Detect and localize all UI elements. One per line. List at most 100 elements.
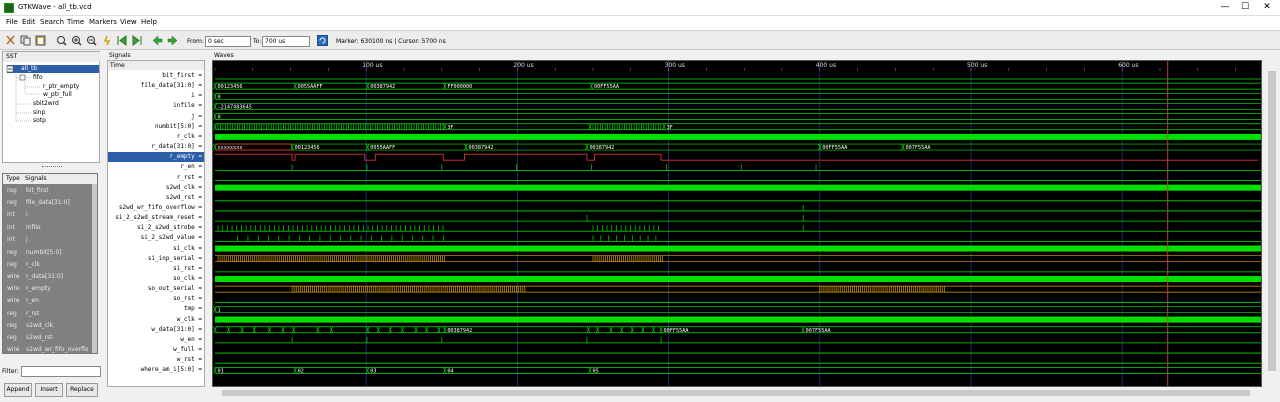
bus-value-label: 04 bbox=[447, 368, 453, 374]
waves-vertical-scrollbar[interactable] bbox=[1266, 51, 1278, 387]
menu-time[interactable]: Time bbox=[67, 18, 84, 26]
undo-zoom-icon[interactable] bbox=[102, 35, 113, 46]
copy-icon[interactable] bbox=[20, 35, 31, 46]
signal-name-row[interactable]: w_rst = bbox=[108, 355, 204, 365]
bus-value-label: 00FF55AA bbox=[594, 84, 620, 90]
signal-name-row[interactable]: r_en = bbox=[108, 162, 204, 172]
signal-list-item[interactable]: wire r_en bbox=[3, 295, 93, 307]
menu-search[interactable]: Search bbox=[40, 18, 64, 26]
signal-name-row[interactable]: r_rst = bbox=[108, 173, 204, 183]
signal-name-row[interactable]: si_2_s2wd_stream_reset = bbox=[108, 213, 204, 223]
right-arrow-icon[interactable] bbox=[167, 35, 178, 46]
tree-item-w-ptr-full[interactable]: w_ptr_full bbox=[43, 91, 72, 99]
maximize-button[interactable]: ☐ bbox=[1238, 1, 1252, 14]
zoom-to-start-icon[interactable] bbox=[117, 35, 128, 46]
signal-name-row[interactable]: bit_first = bbox=[108, 71, 204, 81]
signal-list-item[interactable]: reg s2wd_rst bbox=[3, 332, 93, 344]
zoom-out-icon[interactable] bbox=[86, 35, 97, 46]
signal-list-item[interactable]: reg file_data[31:0] bbox=[3, 197, 93, 209]
signal-name-row[interactable]: so_out_serial = bbox=[108, 284, 204, 294]
horizontal-scroll-thumb[interactable] bbox=[222, 390, 1250, 396]
waves-horizontal-scrollbar[interactable] bbox=[212, 388, 1262, 398]
signal-list-item[interactable]: reg r_rst bbox=[3, 308, 93, 320]
type-cell: int bbox=[7, 236, 15, 243]
signal-list-item[interactable]: wire s2wd_wr_fifo_overflo bbox=[3, 344, 93, 353]
waveform-canvas[interactable]: 100 us 200 us 300 us 400 us 500 us 600 us 0012… bbox=[213, 61, 1262, 387]
signal-list-item[interactable]: reg numbit[5:0] bbox=[3, 247, 93, 259]
bus-value-label: 1 bbox=[218, 307, 221, 313]
signal-name-row[interactable]: r_empty = bbox=[108, 152, 204, 163]
bus-transition bbox=[801, 326, 805, 333]
name-cell: r_en bbox=[26, 297, 39, 304]
signal-list-item[interactable]: int infile bbox=[3, 222, 93, 234]
signal-name-row[interactable]: i = bbox=[108, 91, 204, 101]
signal-name-row[interactable]: s2wd_wr_fifo_overflow = bbox=[108, 203, 204, 213]
signal-name-row[interactable]: w_clk = bbox=[108, 315, 204, 325]
signal-list-item[interactable]: reg r_clk bbox=[3, 259, 93, 271]
vertical-scroll-thumb[interactable] bbox=[1268, 71, 1276, 371]
signal-name-row[interactable]: si_rst = bbox=[108, 264, 204, 274]
replace-button[interactable]: Replace bbox=[66, 383, 98, 397]
bus-value-label: 05 bbox=[592, 368, 598, 374]
signal-list-item[interactable]: int i bbox=[3, 209, 93, 221]
minimize-button[interactable]: — bbox=[1218, 1, 1232, 14]
signal-list-scrollbar[interactable] bbox=[92, 184, 97, 353]
zoom-in-icon[interactable] bbox=[71, 35, 82, 46]
filter-input[interactable] bbox=[21, 366, 101, 377]
signal-name-row[interactable]: w_full = bbox=[108, 345, 204, 355]
signal-name-row[interactable]: si_clk = bbox=[108, 244, 204, 254]
left-arrow-icon[interactable] bbox=[152, 35, 163, 46]
signal-name-row[interactable]: si_2_s2wd_strobe = bbox=[108, 223, 204, 233]
bus-transition bbox=[400, 326, 405, 333]
menu-markers[interactable]: Markers bbox=[89, 18, 117, 26]
tree-item-r-ptr-empty[interactable]: r_ptr_empty bbox=[43, 83, 79, 91]
signal-list-item[interactable]: wire r_empty bbox=[3, 283, 93, 295]
signal-list-item[interactable]: wire r_data[31:0] bbox=[3, 271, 93, 283]
menu-file[interactable]: File bbox=[6, 18, 18, 26]
waves-pane[interactable]: 100 us 200 us 300 us 400 us 500 us 600 us 0012… bbox=[212, 60, 1262, 387]
signal-list-item[interactable]: int j bbox=[3, 234, 93, 246]
signal-name-row[interactable]: j = bbox=[108, 112, 204, 122]
bus-transition bbox=[662, 123, 666, 130]
signal-name-row[interactable]: where_am_i[5:0] = bbox=[108, 365, 204, 375]
signal-name-row[interactable]: r_clk = bbox=[108, 132, 204, 142]
signal-name-row[interactable]: w_en = bbox=[108, 335, 204, 345]
signal-name-row[interactable]: so_clk = bbox=[108, 274, 204, 284]
bus-transition bbox=[414, 326, 418, 333]
pane-splitter[interactable] bbox=[42, 166, 62, 168]
signal-list-item[interactable]: reg s2wd_clk bbox=[3, 320, 93, 332]
bus-value-label: 007F55AA bbox=[905, 145, 931, 151]
signal-name-row[interactable]: numbit[5:0] = bbox=[108, 122, 204, 132]
zoom-to-end-icon[interactable] bbox=[131, 35, 142, 46]
signal-name-row[interactable]: infile = bbox=[108, 101, 204, 111]
menu-edit[interactable]: Edit bbox=[22, 18, 36, 26]
signal-name-row[interactable]: w_data[31:0] = bbox=[108, 325, 204, 335]
menu-help[interactable]: Help bbox=[141, 18, 157, 26]
to-field[interactable]: 700 us bbox=[262, 36, 310, 47]
menu-view[interactable]: View bbox=[120, 18, 137, 26]
cut-icon[interactable] bbox=[5, 35, 16, 46]
menu-bar: File Edit Search Time Markers View Help bbox=[0, 16, 1280, 30]
append-button[interactable]: Append bbox=[4, 383, 32, 397]
filter-row: Filter: bbox=[2, 366, 101, 378]
insert-button[interactable]: Insert bbox=[35, 383, 63, 397]
signal-name-row[interactable]: si_2_s2wd_value = bbox=[108, 233, 204, 243]
signal-name-row[interactable]: s2wd_rst = bbox=[108, 193, 204, 203]
signal-name-row[interactable]: s2wd_clk = bbox=[108, 183, 204, 193]
paste-icon[interactable] bbox=[35, 35, 46, 46]
signal-name-row[interactable]: r_data[31:0] = bbox=[108, 142, 204, 152]
reload-icon[interactable] bbox=[317, 35, 328, 46]
close-button[interactable]: ✕ bbox=[1260, 1, 1274, 14]
name-cell: r_rst bbox=[26, 310, 40, 317]
clock-trace bbox=[215, 276, 1261, 282]
clock-trace bbox=[215, 133, 1261, 140]
bus-value-label: 00387942 bbox=[370, 84, 395, 90]
signal-name-row[interactable]: tmp = bbox=[108, 304, 204, 314]
zoom-fit-icon[interactable] bbox=[56, 35, 67, 46]
signal-list-item[interactable]: reg bit_first bbox=[3, 185, 93, 197]
signal-name-row[interactable]: so_rst = bbox=[108, 294, 204, 304]
signal-name-row[interactable]: si_inp_serial = bbox=[108, 254, 204, 264]
bus-transition bbox=[365, 367, 370, 374]
signal-name-row[interactable]: file_data[31:0] = bbox=[108, 81, 204, 91]
from-field[interactable]: 0 sec bbox=[205, 36, 251, 47]
